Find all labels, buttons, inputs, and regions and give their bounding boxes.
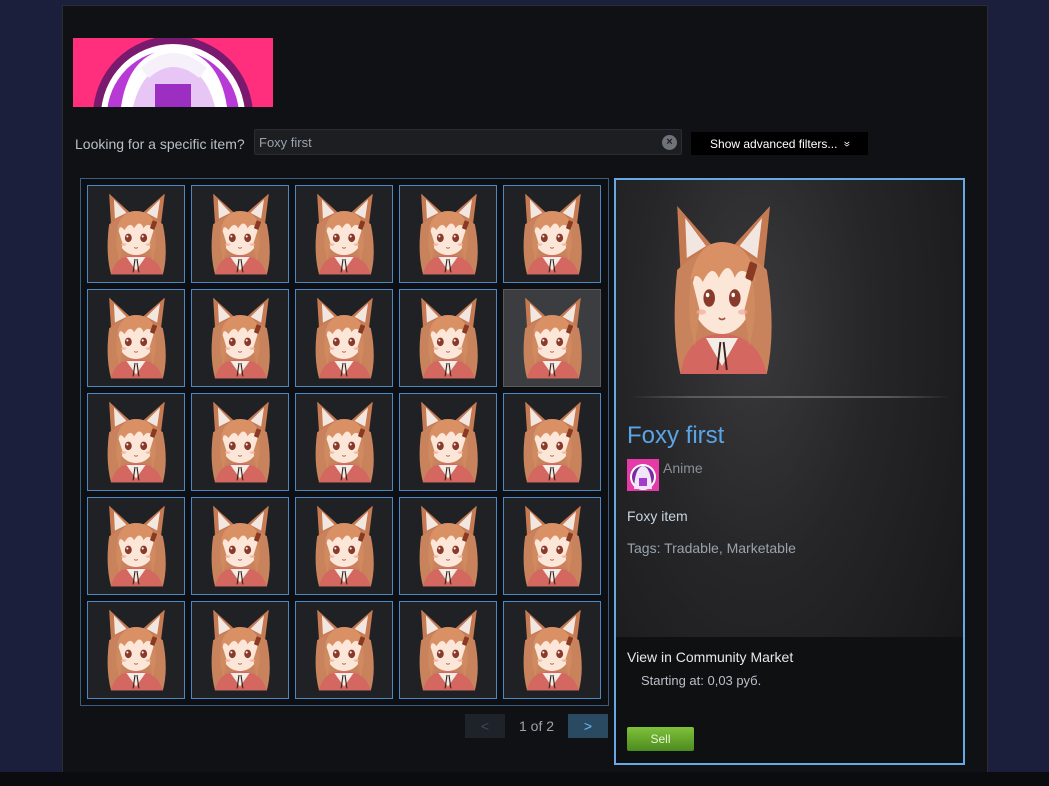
fox-girl-avatar-icon <box>88 186 184 282</box>
market-section: View in Community Market Starting at: 0,… <box>616 637 963 763</box>
inventory-item[interactable] <box>87 497 185 595</box>
fox-girl-avatar-icon <box>192 602 288 698</box>
game-banner[interactable] <box>73 38 273 107</box>
item-tags: Tags: Tradable, Marketable <box>627 540 796 556</box>
community-market-link[interactable]: View in Community Market <box>627 649 793 665</box>
inventory-item[interactable] <box>503 393 601 491</box>
sell-button[interactable]: Sell <box>627 727 694 751</box>
inventory-item[interactable] <box>191 601 289 699</box>
search-input[interactable] <box>259 133 654 152</box>
game-name[interactable]: Anime <box>663 460 703 476</box>
search-box[interactable]: × <box>254 129 682 155</box>
chevron-double-down-icon: » <box>840 140 854 147</box>
item-large-image <box>642 190 802 390</box>
game-icon[interactable] <box>627 459 659 491</box>
fox-girl-avatar-icon <box>400 290 496 386</box>
inventory-item[interactable] <box>295 497 393 595</box>
inventory-item[interactable] <box>191 497 289 595</box>
item-description: Foxy item <box>627 508 688 524</box>
inventory-item[interactable] <box>399 393 497 491</box>
detail-divider <box>630 396 950 398</box>
inventory-item[interactable] <box>87 393 185 491</box>
inventory-item[interactable] <box>503 289 601 387</box>
inventory-item[interactable] <box>87 185 185 283</box>
fox-girl-avatar-icon <box>400 186 496 282</box>
fox-girl-avatar-icon <box>400 602 496 698</box>
inventory-item[interactable] <box>295 393 393 491</box>
footer-strip <box>0 772 1049 786</box>
inventory-item[interactable] <box>503 185 601 283</box>
inventory-item[interactable] <box>191 185 289 283</box>
search-label: Looking for a specific item? <box>75 136 245 152</box>
fox-girl-avatar-icon <box>88 602 184 698</box>
inventory-item[interactable] <box>399 497 497 595</box>
anime-game-icon <box>627 459 659 491</box>
fox-girl-avatar-icon <box>88 394 184 490</box>
page-indicator: 1 of 2 <box>519 718 555 734</box>
advanced-filters-label: Show advanced filters... <box>710 136 838 151</box>
starting-price: Starting at: 0,03 руб. <box>641 673 762 688</box>
inventory-panel: Looking for a specific item? × Show adva… <box>62 5 988 775</box>
inventory-item[interactable] <box>191 289 289 387</box>
fox-girl-avatar-icon <box>504 602 600 698</box>
item-name: Foxy first <box>627 422 725 449</box>
inventory-item[interactable] <box>87 289 185 387</box>
inventory-item[interactable] <box>295 601 393 699</box>
fox-girl-avatar-icon <box>296 186 392 282</box>
inventory-item[interactable] <box>503 497 601 595</box>
prev-page-button[interactable]: < <box>465 714 505 738</box>
fox-girl-avatar-icon <box>88 498 184 594</box>
fox-girl-avatar-icon <box>296 498 392 594</box>
fox-girl-avatar-icon <box>400 498 496 594</box>
fox-girl-avatar-icon <box>296 602 392 698</box>
fox-girl-avatar-icon <box>504 186 600 282</box>
fox-girl-avatar-icon <box>504 290 600 386</box>
inventory-item[interactable] <box>191 393 289 491</box>
next-page-button[interactable]: > <box>568 714 608 738</box>
anime-banner-art-icon <box>73 38 273 107</box>
fox-girl-avatar-icon <box>504 498 600 594</box>
inventory-item[interactable] <box>295 289 393 387</box>
fox-girl-avatar-icon <box>192 290 288 386</box>
inventory-item[interactable] <box>503 601 601 699</box>
inventory-grid <box>80 178 609 706</box>
inventory-item[interactable] <box>295 185 393 283</box>
fox-girl-avatar-icon <box>400 394 496 490</box>
fox-girl-avatar-icon <box>296 394 392 490</box>
item-detail-panel: Foxy first Anime Foxy item Tags: Tradabl… <box>614 178 965 765</box>
clear-search-icon[interactable]: × <box>662 135 677 150</box>
fox-girl-avatar-icon <box>88 290 184 386</box>
fox-girl-avatar-icon <box>296 290 392 386</box>
inventory-item[interactable] <box>399 289 497 387</box>
fox-girl-avatar-icon <box>192 498 288 594</box>
fox-girl-avatar-icon <box>504 394 600 490</box>
inventory-item[interactable] <box>87 601 185 699</box>
advanced-filters-button[interactable]: Show advanced filters... » <box>691 132 868 155</box>
fox-girl-avatar-icon <box>192 186 288 282</box>
inventory-item[interactable] <box>399 185 497 283</box>
inventory-item[interactable] <box>399 601 497 699</box>
fox-girl-avatar-icon <box>192 394 288 490</box>
